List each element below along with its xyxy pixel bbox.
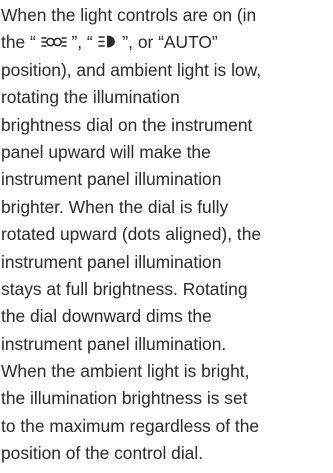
text-line-with-icons: the “ ”, “ ”, or “AUTO” xyxy=(1,29,331,56)
text-line: to the maximum regardless of the xyxy=(1,415,260,436)
text-line: the dial downward dims the xyxy=(1,306,212,327)
text-line: brightness dial on the instrument xyxy=(1,114,253,135)
text-fragment: the “ xyxy=(1,32,41,53)
text-line: When the light controls are on (in xyxy=(1,5,257,25)
text-fragment: ”, or “AUTO” xyxy=(117,32,218,53)
text-line: rotated upward (dots aligned), the xyxy=(1,224,262,245)
text-line: brighter. When the dial is fully xyxy=(1,196,229,217)
text-line: rotating the illumination xyxy=(1,87,180,108)
text-line: the illumination brightness is set xyxy=(1,388,248,409)
text-line: instrument panel illumination xyxy=(1,169,222,190)
parking-lamp-icon xyxy=(40,35,67,49)
text-line: instrument panel illumination xyxy=(1,251,222,272)
text-fragment: ”, “ xyxy=(66,32,98,53)
text-line: When the ambient light is bright, xyxy=(1,361,250,382)
text-line: position), and ambient light is low, xyxy=(1,59,262,80)
text-line: instrument panel illumination. xyxy=(1,333,227,354)
manual-paragraph: When the light controls are on (in the “… xyxy=(1,2,331,468)
text-line: position of the control dial. xyxy=(1,443,204,464)
headlamp-icon xyxy=(97,34,118,49)
text-line: stays at full brightness. Rotating xyxy=(1,278,248,299)
text-line: panel upward will make the xyxy=(1,141,211,162)
